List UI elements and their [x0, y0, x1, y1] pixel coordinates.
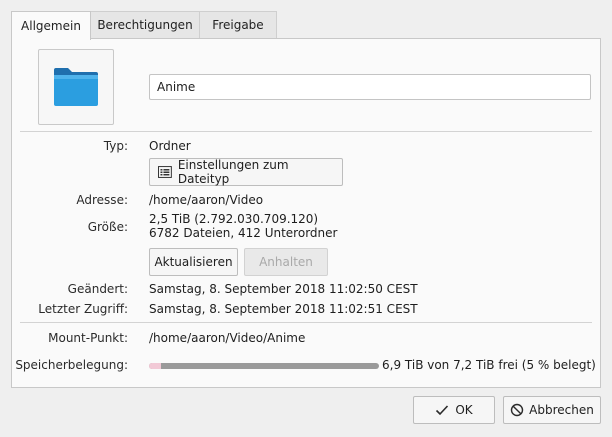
cancel-label: Abbrechen — [529, 403, 594, 417]
separator — [20, 322, 592, 323]
list-settings-icon — [158, 166, 172, 178]
type-label: Typ: — [103, 139, 128, 153]
tab-general-label: Allgemein — [21, 19, 81, 33]
separator — [20, 131, 592, 132]
stop-button[interactable]: Anhalten — [244, 248, 328, 276]
size-bytes: 2,5 TiB (2.792.030.709.120) — [149, 212, 319, 226]
storage-usage-label: Speicherbelegung: — [15, 358, 128, 372]
refresh-button[interactable]: Aktualisieren — [149, 248, 238, 276]
ok-label: OK — [455, 403, 473, 417]
storage-usage-bar — [149, 363, 379, 369]
accessed-value: Samstag, 8. September 2018 11:02:51 CEST — [149, 302, 418, 316]
stop-label: Anhalten — [259, 255, 313, 269]
ok-button[interactable]: OK — [413, 396, 495, 424]
filetype-settings-label: Einstellungen zum Dateityp — [177, 158, 289, 186]
name-input[interactable] — [149, 74, 591, 100]
general-panel: Typ: Ordner Einstellungen zum Dateityp A… — [11, 38, 601, 388]
modified-value: Samstag, 8. September 2018 11:02:50 CEST — [149, 282, 418, 296]
filetype-settings-button[interactable]: Einstellungen zum Dateityp — [149, 158, 343, 186]
address-value: /home/aaron/Video — [149, 193, 264, 207]
cancel-icon — [510, 403, 524, 417]
refresh-label: Aktualisieren — [154, 255, 233, 269]
storage-usage-text: 6,9 TiB von 7,2 TiB frei (5 % belegt) — [382, 358, 596, 372]
tab-general[interactable]: Allgemein — [11, 11, 91, 40]
checkmark-icon — [436, 405, 449, 416]
size-value: 2,5 TiB (2.792.030.709.120) 6782 Dateien… — [149, 212, 337, 240]
size-label: Größe: — [87, 220, 128, 234]
tab-sharing-label: Freigabe — [212, 18, 264, 32]
folder-icon — [54, 68, 98, 106]
mount-point-label: Mount-Punkt: — [48, 331, 128, 345]
modified-label: Geändert: — [67, 282, 128, 296]
tab-permissions[interactable]: Berechtigungen — [90, 11, 200, 38]
tab-permissions-label: Berechtigungen — [97, 18, 193, 32]
size-counts: 6782 Dateien, 412 Unterordner — [149, 226, 338, 240]
type-value: Ordner — [149, 139, 191, 153]
address-label: Adresse: — [76, 193, 128, 207]
mount-point-value: /home/aaron/Video/Anime — [149, 331, 306, 345]
folder-icon-button[interactable] — [38, 49, 114, 125]
accessed-label: Letzter Zugriff: — [38, 302, 128, 316]
storage-usage-fill — [149, 363, 161, 369]
tab-sharing[interactable]: Freigabe — [199, 11, 277, 38]
cancel-button[interactable]: Abbrechen — [503, 396, 601, 424]
